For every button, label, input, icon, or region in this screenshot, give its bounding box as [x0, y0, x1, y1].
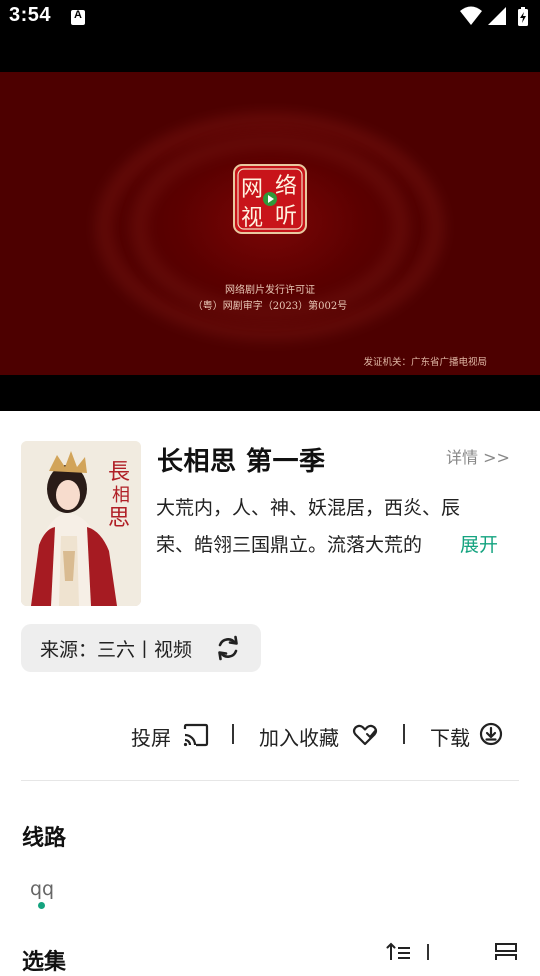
show-title: 长相思 第一季 — [157, 447, 326, 477]
license-title: 网络剧片发行许可证 — [225, 285, 315, 296]
system-icons — [460, 6, 528, 26]
video-frame[interactable]: 网 络 视 听 网络剧片发行许可证 （粤）网剧审字（2023）第002号 发证机… — [0, 72, 540, 375]
heart-icon — [352, 724, 378, 746]
route-selected-indicator — [38, 902, 45, 909]
cell-signal-icon — [488, 7, 506, 25]
favorite-button[interactable]: 加入收藏 — [259, 720, 381, 752]
expand-button[interactable]: 展开 — [460, 527, 498, 564]
svg-text:長: 長 — [108, 460, 130, 485]
cast-icon — [183, 723, 209, 747]
license-number: （粤）网剧审字（2023）第002号 — [192, 301, 348, 312]
video-player[interactable]: 网 络 视 听 网络剧片发行许可证 （粤）网剧审字（2023）第002号 发证机… — [0, 36, 540, 411]
svg-text:网: 网 — [241, 177, 263, 202]
notification-icon: A — [71, 9, 85, 25]
sort-icon[interactable] — [386, 942, 412, 960]
poster-image: 長 相 思 — [21, 441, 141, 606]
synopsis-line: 大荒内，人、神、妖混居，西炎、辰 — [156, 497, 461, 519]
license-seal-logo: 网 络 视 听 — [233, 164, 307, 234]
status-bar: 3:54 A — [0, 0, 540, 36]
source-selector[interactable]: 来源：三六丨视频 — [21, 624, 261, 672]
svg-text:络: 络 — [275, 174, 297, 199]
svg-text:思: 思 — [108, 506, 130, 531]
divider — [21, 780, 519, 781]
svg-text:相: 相 — [112, 485, 130, 506]
action-separator — [232, 724, 234, 744]
svg-text:听: 听 — [275, 204, 297, 229]
download-button[interactable]: 下载 — [430, 720, 505, 752]
show-poster[interactable]: 長 相 思 — [21, 441, 141, 606]
details-link[interactable]: 详情 >> — [446, 444, 510, 468]
route-item-qq[interactable]: qq — [30, 878, 54, 900]
download-icon — [479, 722, 503, 746]
action-separator — [403, 724, 405, 744]
cast-button[interactable]: 投屏 — [131, 720, 211, 752]
episode-tools-separator — [427, 944, 429, 960]
layout-toggle-icon[interactable] — [494, 942, 518, 960]
source-label: 来源：三六丨视频 — [40, 639, 193, 661]
refresh-icon[interactable] — [215, 635, 241, 661]
episodes-title: 选集 — [22, 950, 67, 975]
svg-text:视: 视 — [241, 206, 263, 231]
license-issuer: 发证机关：广东省广播电视局 — [363, 357, 487, 368]
wifi-icon — [460, 6, 482, 25]
status-time: 3:54 — [9, 4, 52, 26]
routes-title: 线路 — [22, 826, 67, 851]
battery-icon — [518, 7, 528, 26]
